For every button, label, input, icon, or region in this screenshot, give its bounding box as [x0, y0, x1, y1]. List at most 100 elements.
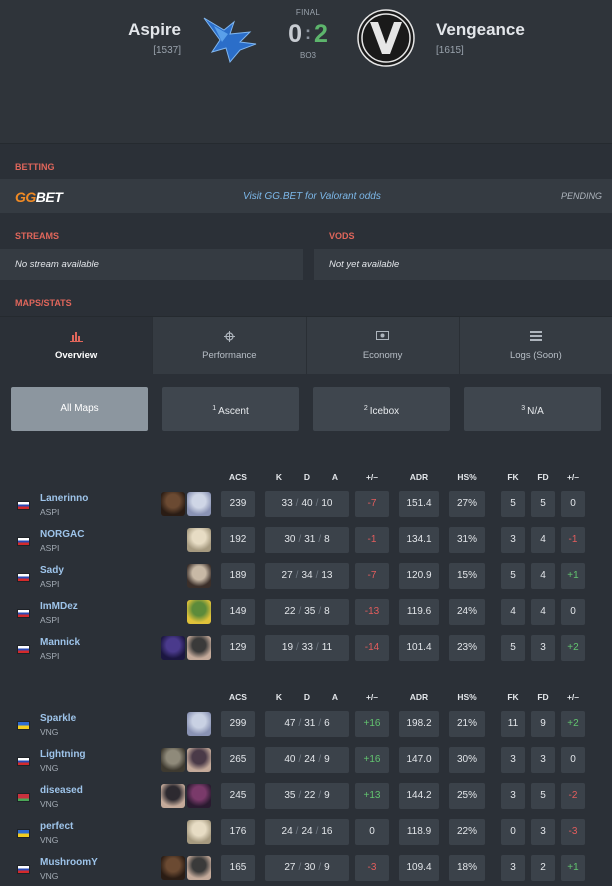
player-cell[interactable]: ImMDez ASPI — [11, 594, 211, 630]
hs-value: 22% — [449, 819, 485, 845]
k-header: K — [275, 472, 283, 482]
pm-header: +/– — [365, 692, 379, 702]
a-value: 9 — [324, 754, 330, 765]
map-button-all[interactable]: All Maps — [11, 387, 148, 431]
hs-value: 18% — [449, 855, 485, 881]
kda-cell: 19/33/11 — [255, 630, 349, 666]
ggbet-logo[interactable]: GGBET — [15, 189, 63, 205]
tab-overview[interactable]: Overview — [0, 317, 154, 374]
aspire-logo[interactable] — [200, 12, 266, 64]
pm-cell: +16 — [349, 706, 389, 742]
agent-icon — [161, 636, 185, 660]
player-name[interactable]: diseased — [40, 785, 83, 796]
k-value: 19 — [281, 642, 294, 653]
team1-score: 0 — [288, 20, 302, 48]
team1-rating: [1537] — [153, 45, 181, 56]
kda-value: 27/30/9 — [265, 855, 349, 881]
player-name[interactable]: MushroomY — [40, 857, 98, 868]
country-flag-icon — [17, 537, 30, 546]
fk-header: FK — [507, 692, 519, 702]
adr-cell: 147.0 — [389, 742, 439, 778]
hs-cell: 23% — [439, 630, 485, 666]
kda-separator: / — [315, 642, 319, 653]
list-icon — [460, 331, 612, 344]
kda-value: 35/22/9 — [265, 783, 349, 809]
acs-value: 245 — [221, 783, 255, 809]
hs-header: HS% — [457, 472, 477, 482]
fk-value: 11 — [501, 711, 525, 737]
betting-odds-link[interactable]: Visit GG.BET for Valorant odds — [243, 191, 381, 202]
acs-cell: 192 — [211, 522, 255, 558]
betting-bar[interactable]: GGBET Visit GG.BET for Valorant odds PEN… — [0, 179, 612, 213]
acs-value: 129 — [221, 635, 255, 661]
streams-value: No stream available — [0, 249, 303, 280]
a-value: 10 — [321, 498, 333, 509]
player-name[interactable]: Mannick — [40, 637, 80, 648]
fpm-cell: +1 — [555, 558, 585, 594]
kda-separator: / — [318, 534, 322, 545]
hs-value: 15% — [449, 563, 485, 589]
d-value: 40 — [301, 498, 313, 509]
kda-separator: / — [298, 754, 302, 765]
player-name[interactable]: Sparkle — [40, 713, 76, 724]
agent-icons — [161, 856, 211, 880]
player-cell[interactable]: perfect VNG — [11, 814, 211, 850]
player-cell[interactable]: Sparkle VNG — [11, 706, 211, 742]
player-cell[interactable]: Lightning VNG — [11, 742, 211, 778]
adr-cell: 118.9 — [389, 814, 439, 850]
fpm-cell: 0 — [555, 486, 585, 522]
pm-cell: -14 — [349, 630, 389, 666]
player-name[interactable]: NORGAC — [40, 529, 84, 540]
team2[interactable]: Vengeance [1615] — [436, 20, 525, 56]
match-format: BO3 — [299, 51, 316, 60]
team2-name[interactable]: Vengeance — [436, 20, 525, 40]
kda-value: 30/31/8 — [265, 527, 349, 553]
player-cell[interactable]: Mannick ASPI — [11, 630, 211, 666]
fk-value: 3 — [501, 783, 525, 809]
fk-cell: 3 — [485, 742, 525, 778]
map-number: 1 — [212, 405, 217, 412]
fk-cell: 3 — [485, 522, 525, 558]
fpm-value: +1 — [561, 855, 585, 881]
fk-value: 4 — [501, 599, 525, 625]
kda-cell: 35/22/9 — [255, 778, 349, 814]
fk-value: 3 — [501, 747, 525, 773]
player-name[interactable]: Sady — [40, 565, 64, 576]
tab-logs[interactable]: Logs (Soon) — [460, 317, 612, 374]
agent-icons — [187, 600, 211, 624]
tab-logs-label: Logs (Soon) — [509, 350, 562, 361]
player-name[interactable]: ImMDez — [40, 601, 78, 612]
d-header: D — [303, 472, 311, 482]
fd-cell: 3 — [525, 742, 555, 778]
player-name[interactable]: Lightning — [40, 749, 86, 760]
map-button-icebox[interactable]: 2 Icebox — [313, 387, 450, 431]
tab-performance[interactable]: Performance — [153, 317, 307, 374]
fk-value: 5 — [501, 635, 525, 661]
map-button-ascent[interactable]: 1 Ascent — [162, 387, 299, 431]
team1-name[interactable]: Aspire — [128, 20, 181, 40]
vengeance-logo[interactable] — [356, 8, 416, 68]
fpm-header: +/– — [566, 472, 580, 482]
adr-header: ADR — [409, 472, 429, 482]
player-cell[interactable]: diseased VNG — [11, 778, 211, 814]
player-cell[interactable]: MushroomY VNG — [11, 850, 211, 886]
kda-separator: / — [298, 718, 302, 729]
player-cell[interactable]: Sady ASPI — [11, 558, 211, 594]
kda-value: 40/24/9 — [265, 747, 349, 773]
player-team-tag: VNG — [40, 835, 59, 845]
player-cell[interactable]: Lanerinno ASPI — [11, 486, 211, 522]
kda-separator: / — [298, 534, 302, 545]
player-name[interactable]: Lanerinno — [40, 493, 88, 504]
match-status: FINAL — [295, 8, 321, 17]
map-number: 2 — [363, 405, 368, 412]
player-cell[interactable]: NORGAC ASPI — [11, 522, 211, 558]
adr-cell: 119.6 — [389, 594, 439, 630]
kda-value: 22/35/8 — [265, 599, 349, 625]
map-button-na[interactable]: 3 N/A — [464, 387, 601, 431]
fpm-value: +2 — [561, 635, 585, 661]
team1[interactable]: Aspire [1537] — [128, 20, 181, 56]
tab-economy[interactable]: Economy — [307, 317, 460, 374]
agent-icons — [187, 712, 211, 736]
player-name[interactable]: perfect — [40, 821, 73, 832]
agent-icon — [187, 856, 211, 880]
